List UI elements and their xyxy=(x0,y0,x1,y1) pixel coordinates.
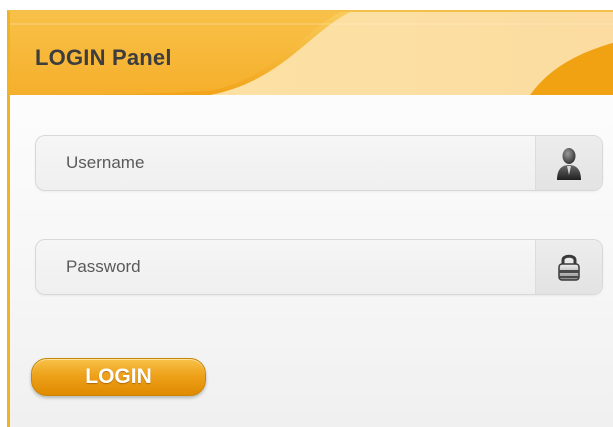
username-icon-box xyxy=(535,136,602,190)
username-field xyxy=(35,135,603,191)
password-field xyxy=(35,239,603,295)
password-icon-box xyxy=(535,240,602,294)
panel-title: LOGIN Panel xyxy=(35,45,172,70)
panel-header: LOGIN Panel xyxy=(10,12,613,95)
login-button[interactable]: LOGIN xyxy=(31,358,206,396)
lock-icon xyxy=(558,254,580,281)
password-input[interactable] xyxy=(36,240,536,294)
user-icon xyxy=(557,148,581,180)
login-panel: LOGIN Panel Username LOGIN xyxy=(7,10,613,427)
username-input[interactable] xyxy=(36,136,536,190)
